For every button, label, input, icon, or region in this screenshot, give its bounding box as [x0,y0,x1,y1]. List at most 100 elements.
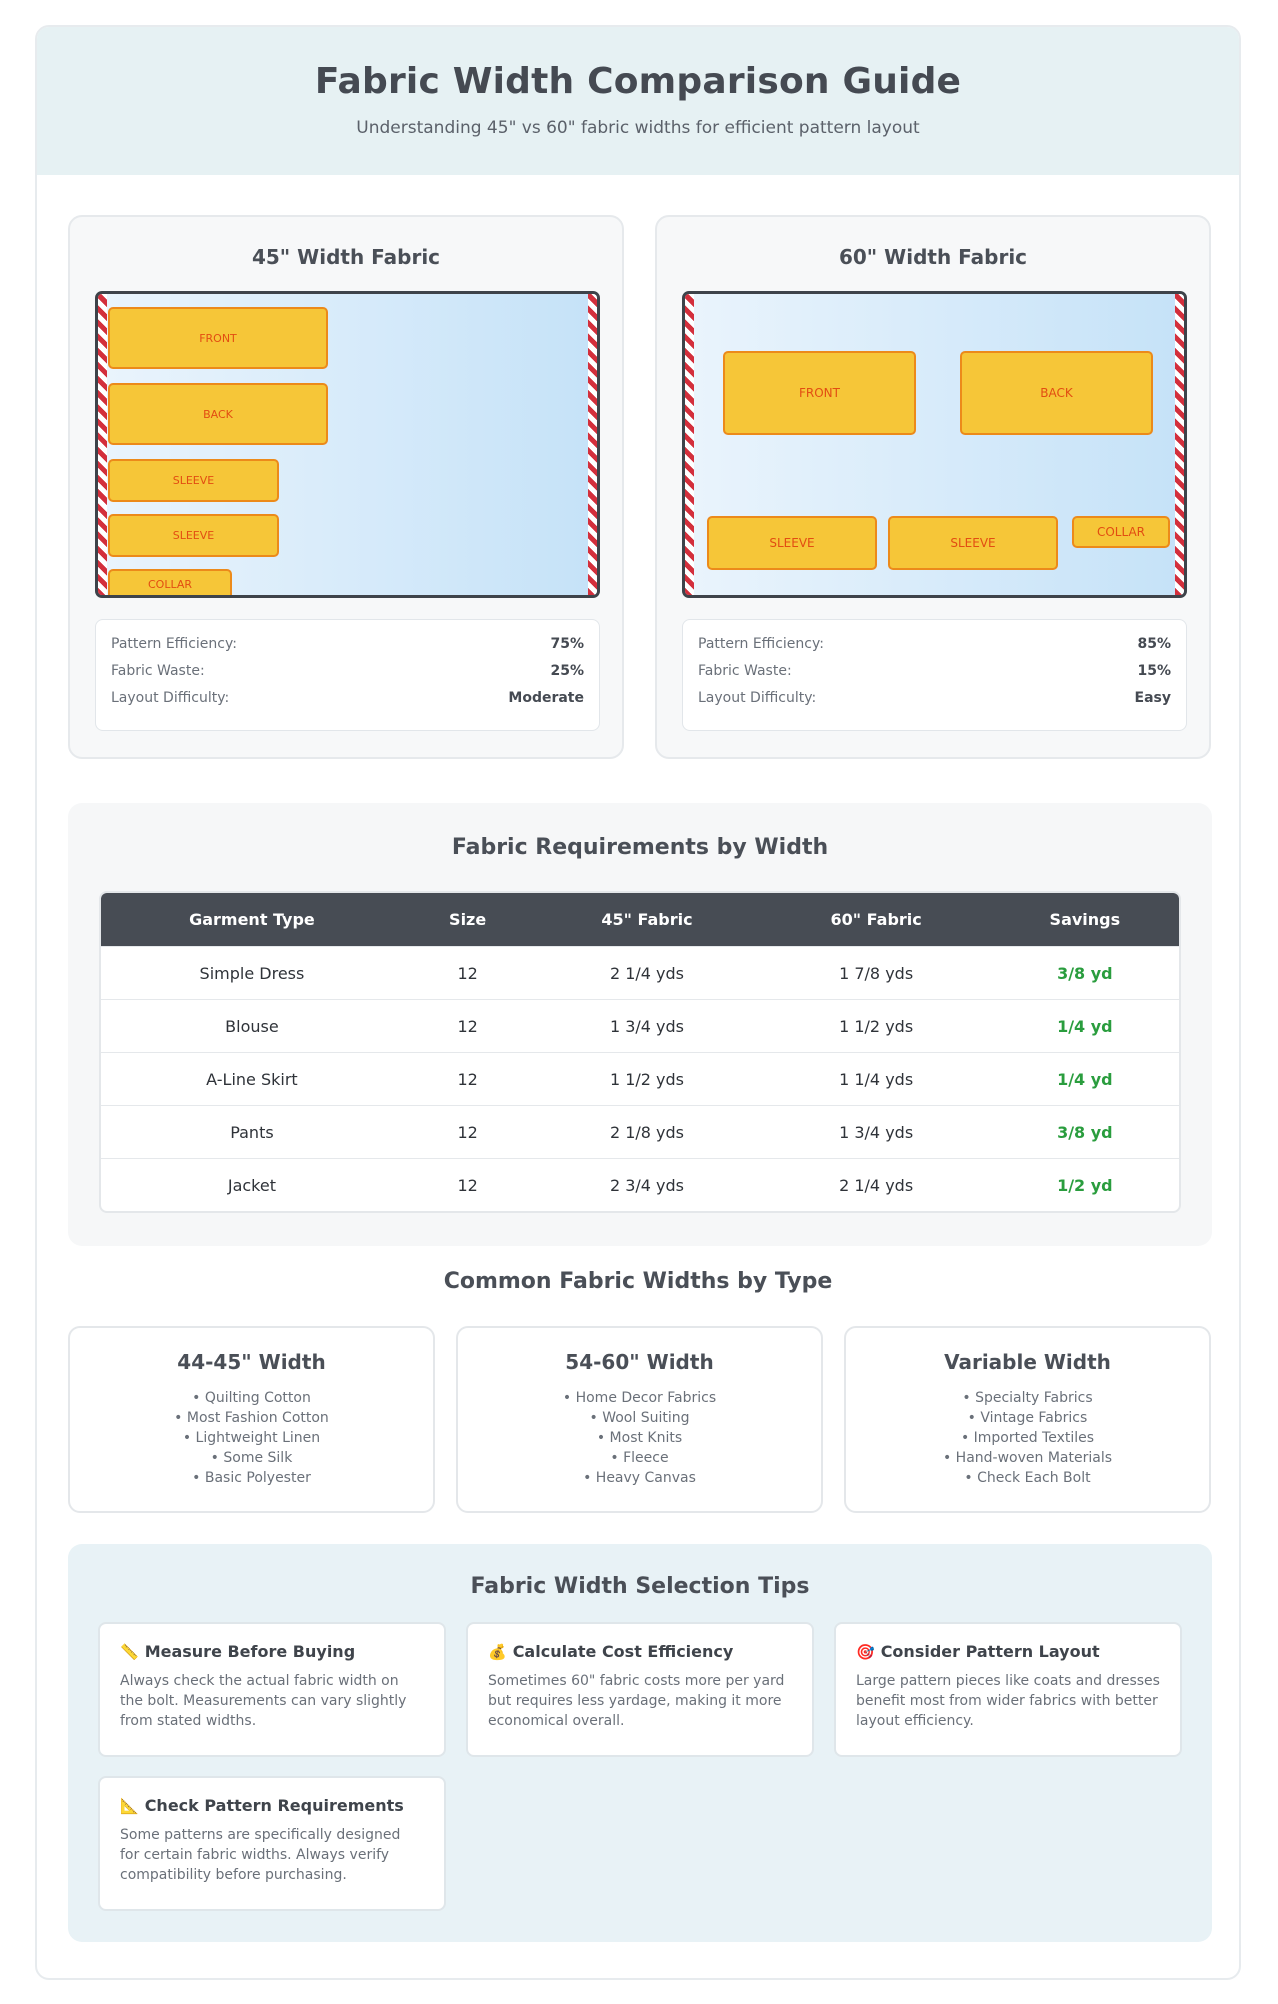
stat-value: 85% [1137,636,1171,652]
pattern-piece-front: FRONT [723,351,916,435]
page-header: Fabric Width Comparison Guide Understand… [37,27,1239,175]
table-header: Garment Type Size 45" Fabric 60" Fabric … [101,893,1179,946]
tip-title-row: 🎯 Consider Pattern Layout [856,1642,1160,1661]
panel-45-width: 45" Width Fabric FRONT BACK SLEEVE SLEEV… [68,215,624,759]
fabric-45-cell: 2 1/8 yds [609,1122,684,1142]
list-item: • Most Fashion Cotton [174,1410,329,1426]
fabric-60-cell: 1 7/8 yds [839,963,914,983]
stat-row: Layout Difficulty: Moderate [111,688,584,715]
selvage-left [685,294,694,595]
size-cell: 12 [457,963,478,983]
width-card-title: 44-45" Width [177,1350,326,1374]
fabric-45-cell: 2 1/4 yds [609,963,684,983]
width-card-title: 54-60" Width [565,1350,714,1374]
tip-text: Sometimes 60" fabric costs more per yard… [488,1673,785,1729]
tip-card: 📏 Measure Before Buying Always check the … [98,1622,446,1757]
list-item: • Imported Textiles [960,1430,1095,1446]
tip-card: 🎯 Consider Pattern Layout Large pattern p… [834,1622,1182,1757]
requirements-section: Fabric Requirements by Width Garment Typ… [68,803,1212,1246]
ruler-icon: 📏 [120,1642,139,1661]
pattern-piece-sleeve: SLEEVE [888,516,1058,570]
savings-cell: 1/4 yd [1057,1016,1113,1036]
section-title: Common Fabric Widths by Type [443,1269,833,1294]
pattern-piece-sleeve: SLEEVE [707,516,877,570]
section-title: Fabric Requirements by Width [451,835,829,860]
tip-card: 💰 Calculate Cost Efficiency Sometimes 60"… [466,1622,814,1757]
table-row: A-Line Skirt 12 1 1/2 yds 1 1/4 yds 1/4 … [101,1052,1179,1105]
pattern-piece-sleeve: SLEEVE [108,514,279,557]
stat-label: Layout Difficulty: [698,690,817,706]
list-item: • Vintage Fabrics [967,1410,1088,1426]
stat-value: 25% [550,663,584,679]
stat-row: Pattern Efficiency: 85% [698,634,1171,661]
stat-value: Moderate [508,690,584,706]
column-header: 60" Fabric [830,910,922,929]
list-item: • Home Decor Fabrics [562,1390,717,1406]
list-item: • Quilting Cotton [192,1390,311,1406]
stat-label: Pattern Efficiency: [111,636,237,652]
width-card: 44-45" Width • Quilting Cotton • Most Fa… [68,1326,435,1513]
size-cell: 12 [457,1122,478,1142]
fabric-list: • Specialty Fabrics • Vintage Fabrics • … [846,1388,1209,1488]
target-icon: 🎯 [856,1642,875,1661]
list-item: • Most Knits [596,1430,683,1446]
tip-text: Some patterns are specifically designed … [120,1827,401,1883]
savings-cell: 1/2 yd [1057,1175,1113,1195]
tip-text: Large pattern pieces like coats and dres… [856,1673,1160,1729]
size-cell: 12 [457,1069,478,1089]
pattern-piece-sleeve: SLEEVE [108,459,279,502]
pattern-piece-front: FRONT [108,307,328,369]
stat-value: Easy [1134,690,1171,706]
fabric-60-cell: 2 1/4 yds [839,1175,914,1195]
pattern-piece-collar: COLLAR [1072,516,1170,548]
tip-title: Calculate Cost Efficiency [512,1642,734,1661]
panel-title: 60" Width Fabric [838,245,1028,269]
page-title: Fabric Width Comparison Guide [314,61,962,102]
garment-cell: Blouse [225,1016,279,1036]
stat-row: Pattern Efficiency: 75% [111,634,584,661]
stat-value: 75% [550,636,584,652]
stat-label: Pattern Efficiency: [698,636,824,652]
tip-text: Always check the actual fabric width on … [120,1673,407,1729]
list-item: • Heavy Canvas [583,1470,696,1486]
tip-title: Check Pattern Requirements [144,1796,404,1815]
selvage-right [1175,294,1184,595]
money-bag-icon: 💰 [488,1642,507,1661]
fabric-60-cell: 1 1/2 yds [839,1016,914,1036]
list-item: • Some Silk [210,1450,293,1466]
stat-label: Layout Difficulty: [111,690,230,706]
pattern-piece-back: BACK [108,383,328,445]
stat-label: Fabric Waste: [111,663,205,679]
fabric-45-cell: 2 3/4 yds [609,1175,684,1195]
fabric-45-cell: 1 3/4 yds [609,1016,684,1036]
garment-cell: Jacket [227,1175,276,1195]
garment-cell: Simple Dress [199,963,305,983]
stat-row: Fabric Waste: 15% [698,661,1171,688]
stat-row: Fabric Waste: 25% [111,661,584,688]
pattern-piece-collar: COLLAR [108,569,232,595]
list-item: • Check Each Bolt [964,1470,1091,1486]
tip-title-row: 📐 Check Pattern Requirements [120,1796,424,1815]
width-card-title: Variable Width [944,1350,1111,1374]
fabric-list: • Quilting Cotton • Most Fashion Cotton … [70,1388,433,1488]
savings-cell: 3/8 yd [1057,1122,1113,1142]
fabric-45-cell: 1 1/2 yds [609,1069,684,1089]
panel-60-width: 60" Width Fabric FRONT BACK SLEEVE SLEEV… [655,215,1211,759]
table-row: Pants 12 2 1/8 yds 1 3/4 yds 3/8 yd [101,1105,1179,1158]
tip-title-row: 💰 Calculate Cost Efficiency [488,1642,792,1661]
stat-value: 15% [1137,663,1171,679]
list-item: • Hand-woven Materials [942,1450,1113,1466]
pattern-piece-back: BACK [960,351,1153,435]
table-row: Jacket 12 2 3/4 yds 2 1/4 yds 1/2 yd [101,1158,1179,1211]
tip-title: Consider Pattern Layout [880,1642,1100,1661]
stat-row: Layout Difficulty: Easy [698,688,1171,715]
page-subtitle: Understanding 45" vs 60" fabric widths f… [356,118,920,138]
column-header: 45" Fabric [601,910,693,929]
panel-title: 45" Width Fabric [251,245,441,269]
fabric-60-cell: 1 1/4 yds [839,1069,914,1089]
width-comparison: 45" Width Fabric FRONT BACK SLEEVE SLEEV… [68,215,1212,759]
selvage-left [98,294,107,595]
size-cell: 12 [457,1175,478,1195]
table-row: Blouse 12 1 3/4 yds 1 1/2 yds 1/4 yd [101,999,1179,1052]
list-item: • Fleece [610,1450,669,1466]
